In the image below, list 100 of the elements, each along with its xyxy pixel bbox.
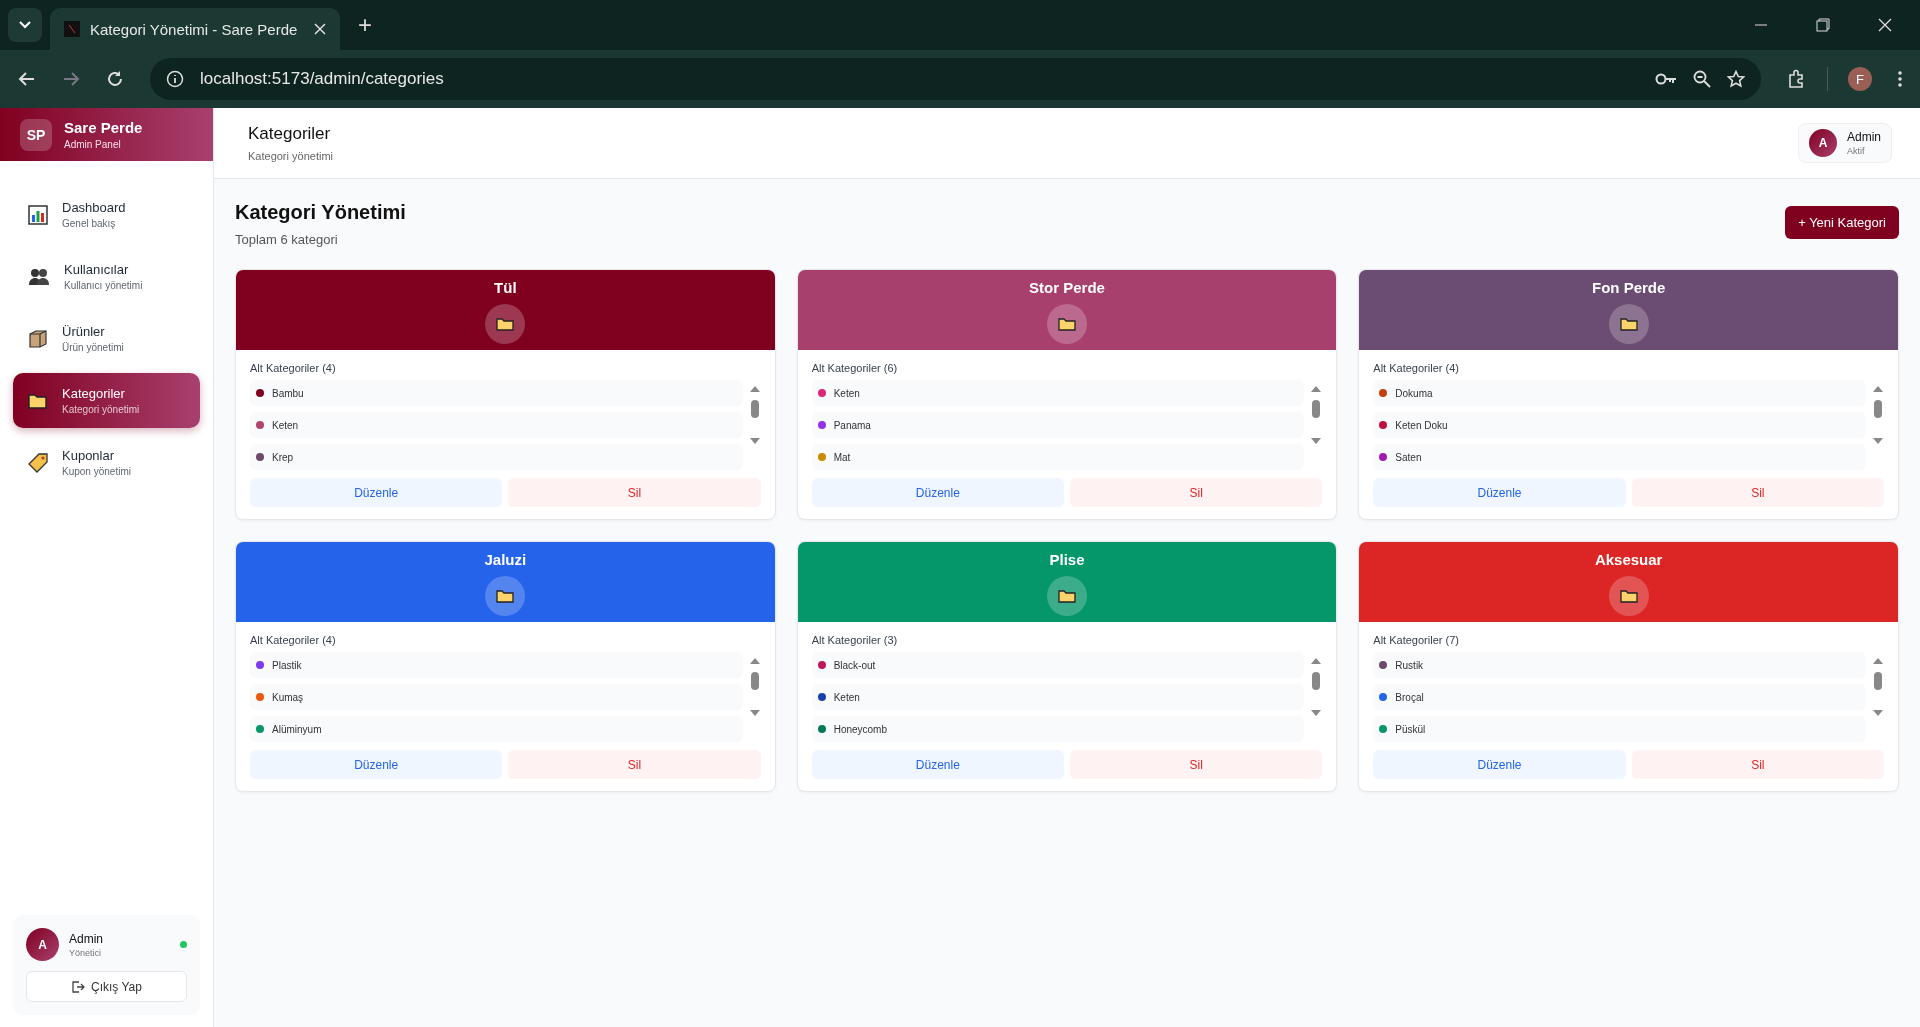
brand-logo: SP bbox=[20, 118, 52, 151]
tab-list-button[interactable] bbox=[8, 8, 42, 42]
subcategory-name: Honeycomb bbox=[833, 723, 887, 735]
subcategory-name: Keten bbox=[833, 387, 860, 399]
bar-chart-icon bbox=[28, 204, 48, 225]
scrollbar[interactable] bbox=[748, 656, 761, 718]
users-icon bbox=[28, 266, 50, 287]
category-name: Plise bbox=[1049, 551, 1085, 568]
folder-icon bbox=[1058, 317, 1076, 331]
scrollbar[interactable] bbox=[1872, 656, 1884, 718]
close-icon[interactable] bbox=[314, 23, 326, 35]
subcategory-name: Kumaş bbox=[272, 691, 304, 703]
delete-button[interactable]: Sil bbox=[508, 478, 761, 507]
browser-tab[interactable]: Kategori Yönetimi - Sare Perde bbox=[50, 8, 340, 50]
subcategory-name: Panama bbox=[833, 419, 871, 431]
category-name: Stor Perde bbox=[1029, 279, 1105, 296]
subcategory-name: Dokuma bbox=[1395, 387, 1433, 399]
subcategory-name: Keten Doku bbox=[1395, 419, 1448, 431]
user-name: Admin bbox=[1847, 130, 1881, 144]
new-tab-button[interactable]: + bbox=[348, 8, 382, 42]
subcategory-heading: Alt Kategoriler (4) bbox=[250, 362, 337, 374]
site-icon bbox=[64, 21, 80, 37]
brand-subtitle: Admin Panel bbox=[64, 139, 122, 150]
nav-item[interactable]: Kullanıcılar Kullanıcı yönetimi bbox=[13, 249, 200, 304]
user-name: Admin bbox=[69, 931, 104, 946]
logout-icon bbox=[71, 979, 86, 994]
profile-avatar[interactable]: F bbox=[1848, 67, 1872, 91]
chevron-down-icon bbox=[19, 21, 31, 29]
forward-icon[interactable] bbox=[62, 70, 80, 88]
more-icon[interactable] bbox=[1898, 70, 1902, 88]
edit-button[interactable]: Düzenle bbox=[1373, 478, 1626, 507]
brand-title: Sare Perde bbox=[64, 119, 143, 136]
subcategory-name: Plastik bbox=[272, 659, 302, 671]
nav-item[interactable]: Kuponlar Kupon yönetimi bbox=[13, 435, 200, 490]
subcategory-heading: Alt Kategoriler (3) bbox=[811, 634, 899, 646]
edit-button[interactable]: Düzenle bbox=[250, 478, 503, 507]
user-role: Yönetici bbox=[69, 947, 103, 958]
subcategory-name: Püskül bbox=[1395, 723, 1426, 735]
scrollbar[interactable] bbox=[748, 384, 761, 446]
category-count: Toplam 6 kategori bbox=[235, 232, 339, 247]
subcategory-heading: Alt Kategoriler (4) bbox=[250, 634, 337, 646]
user-avatar: A bbox=[26, 928, 59, 961]
user-avatar: A bbox=[1809, 129, 1837, 157]
nav-item[interactable]: Dashboard Genel bakış bbox=[13, 187, 200, 242]
key-icon[interactable] bbox=[1655, 72, 1677, 86]
subcategory-name: Krep bbox=[272, 451, 294, 463]
subcategory-name: Bambu bbox=[272, 387, 304, 399]
scrollbar[interactable] bbox=[1310, 656, 1323, 718]
user-status: Aktif bbox=[1847, 146, 1866, 156]
folder-icon bbox=[28, 392, 48, 409]
subcategory-name: Rustik bbox=[1395, 659, 1424, 671]
scrollbar[interactable] bbox=[1872, 384, 1884, 446]
delete-button[interactable]: Sil bbox=[1070, 478, 1323, 507]
new-category-button[interactable]: + Yeni Kategori bbox=[1785, 206, 1899, 239]
subcategory-name: Saten bbox=[1395, 451, 1422, 463]
subcategory-name: Mat bbox=[833, 451, 851, 463]
edit-button[interactable]: Düzenle bbox=[250, 750, 503, 779]
edit-button[interactable]: Düzenle bbox=[811, 478, 1064, 507]
category-name: Tül bbox=[494, 279, 517, 296]
subcategory-name: Keten bbox=[272, 419, 299, 431]
subcategory-name: Black-out bbox=[833, 659, 876, 671]
subcategory-name: Keten bbox=[833, 691, 860, 703]
category-name: Fon Perde bbox=[1592, 279, 1666, 296]
category-name: Aksesuar bbox=[1594, 551, 1663, 568]
edit-button[interactable]: Düzenle bbox=[811, 750, 1064, 779]
subcategory-name: Alüminyum bbox=[272, 723, 322, 735]
edit-button[interactable]: Düzenle bbox=[1373, 750, 1626, 779]
user-chip[interactable]: A Admin Aktif bbox=[1798, 123, 1892, 163]
scrollbar[interactable] bbox=[1310, 384, 1323, 446]
subcategory-heading: Alt Kategoriler (7) bbox=[1373, 634, 1460, 646]
logout-button[interactable]: Çıkış Yap bbox=[26, 971, 187, 1002]
category-name: Jaluzi bbox=[484, 551, 527, 568]
star-icon[interactable] bbox=[1727, 70, 1745, 88]
delete-button[interactable]: Sil bbox=[1070, 750, 1323, 779]
section-title: Kategori Yönetimi bbox=[235, 201, 406, 224]
tab-title: Kategori Yönetimi - Sare Perde bbox=[90, 20, 299, 38]
delete-button[interactable]: Sil bbox=[508, 750, 761, 779]
close-icon[interactable] bbox=[1878, 18, 1892, 32]
subcategory-heading: Alt Kategoriler (6) bbox=[811, 362, 899, 374]
subcategory-name: Broçal bbox=[1395, 691, 1424, 703]
tag-icon bbox=[28, 452, 48, 473]
page-title: Kategoriler bbox=[248, 124, 332, 144]
folder-icon bbox=[1619, 589, 1638, 603]
back-icon[interactable] bbox=[18, 70, 36, 88]
folder-icon bbox=[1619, 317, 1638, 331]
box-icon bbox=[28, 328, 48, 349]
folder-icon bbox=[496, 317, 515, 331]
folder-icon bbox=[496, 589, 515, 603]
info-icon bbox=[166, 70, 184, 88]
zoom-out-icon[interactable] bbox=[1693, 70, 1711, 88]
subcategory-heading: Alt Kategoriler (4) bbox=[1373, 362, 1460, 374]
delete-button[interactable]: Sil bbox=[1631, 478, 1884, 507]
delete-button[interactable]: Sil bbox=[1631, 750, 1884, 779]
nav-item[interactable]: Ürünler Ürün yönetimi bbox=[13, 311, 200, 366]
folder-icon bbox=[1058, 589, 1076, 603]
page-subtitle: Kategori yönetimi bbox=[248, 150, 333, 162]
address-bar[interactable]: localhost:5173/admin/categories bbox=[150, 58, 1761, 100]
nav-item[interactable]: Kategoriler Kategori yönetimi bbox=[13, 373, 200, 428]
reload-icon[interactable] bbox=[106, 70, 124, 88]
restore-icon[interactable] bbox=[1816, 18, 1830, 32]
